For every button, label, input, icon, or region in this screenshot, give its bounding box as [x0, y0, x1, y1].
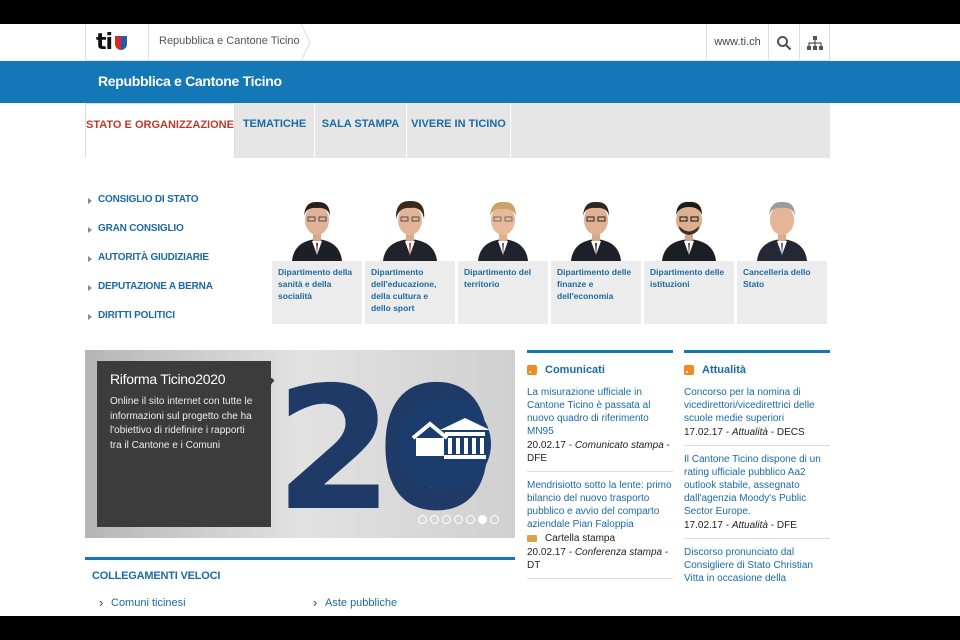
comunicati-column: Comunicati La misurazione ufficiale in C… — [527, 350, 673, 579]
news-type: Comunicato stampa — [574, 440, 664, 451]
news-link[interactable]: Discorso pronunciato dal Consigliere di … — [684, 546, 830, 585]
quick-links: COLLEGAMENTI VELOCI Comuni ticinesi Aste… — [85, 557, 515, 616]
news-type: Attualità — [731, 520, 768, 531]
ticino2020-graphic: ‘ 20 — [261, 351, 504, 538]
page: ti Repubblica e Cantone Ticino www.ti.ch — [0, 24, 960, 616]
attualita-title: Attualità — [702, 363, 746, 376]
news-dept: DT — [527, 560, 541, 571]
hero-slider[interactable]: ‘ 20 Riforma Ticino2020 Online il sito i… — [85, 350, 515, 538]
department-label: Dipartimento dell'educazione, della cult… — [365, 261, 455, 324]
quick-link-aste-pubbliche[interactable]: Aste pubbliche — [313, 595, 397, 610]
tab-tematiche[interactable]: TEMATICHE — [235, 103, 315, 158]
slider-dot[interactable] — [454, 515, 463, 524]
quick-link-comuni-ticinesi[interactable]: Comuni ticinesi — [99, 595, 186, 610]
news-date: 17.02.17 — [684, 520, 723, 531]
nav-item-deputazione-a-berna[interactable]: DEPUTAZIONE A BERNA — [85, 281, 265, 310]
site-link[interactable]: www.ti.ch — [706, 24, 768, 61]
department-label: Dipartimento delle finanze e dell'econom… — [551, 261, 641, 324]
news-meta: 20.02.17 - Conferenza stampa - DT — [527, 547, 669, 571]
hero-text: Online il sito internet con tutte le inf… — [110, 396, 253, 451]
news-date: 20.02.17 — [527, 440, 566, 451]
news-item: La misurazione ufficiale in Cantone Tici… — [527, 379, 673, 472]
breadcrumb-chevron-icon — [300, 24, 311, 61]
department-head-photo — [571, 201, 621, 261]
news-dept: DFE — [527, 453, 547, 464]
departments-grid: Dipartimento della sanità e della social… — [272, 189, 830, 324]
news-dept: DFE — [776, 520, 797, 531]
breadcrumb[interactable]: Repubblica e Cantone Ticino — [159, 35, 300, 47]
department-head-photo — [757, 201, 807, 261]
department-label: Dipartimento della sanità e della social… — [272, 261, 362, 324]
news-dept: DECS — [776, 427, 805, 438]
attualita-header[interactable]: Attualità — [684, 353, 830, 379]
slider-dot[interactable] — [466, 515, 475, 524]
site-title[interactable]: Repubblica e Cantone Ticino — [98, 73, 282, 89]
department-card[interactable]: Dipartimento delle istituzioni — [644, 189, 734, 324]
news-item: Il Cantone Ticino dispone di un rating u… — [684, 446, 830, 539]
department-label: Cancelleria dello Stato — [737, 261, 827, 324]
department-head-photo — [383, 200, 437, 261]
news-type: Conferenza stampa — [574, 547, 663, 558]
rss-icon[interactable] — [684, 364, 694, 375]
canton-shield-icon — [115, 35, 128, 50]
quick-links-title: COLLEGAMENTI VELOCI — [92, 570, 221, 582]
news-meta: 17.02.17 - Attualità - DFE — [684, 520, 797, 531]
news-link[interactable]: Mendrisiotto sotto la lente: primo bilan… — [527, 479, 673, 531]
press-folder-label: Cartella stampa — [545, 533, 616, 544]
slider-dot[interactable] — [430, 515, 439, 524]
nav-item-autorita-giudiziarie[interactable]: AUTORITÀ GIUDIZIARIE — [85, 252, 265, 281]
department-label: Dipartimento del territorio — [458, 261, 548, 324]
sitemap-icon — [807, 35, 823, 50]
nav-item-consiglio-di-stato[interactable]: CONSIGLIO DI STATO — [85, 194, 265, 223]
comunicati-title: Comunicati — [545, 363, 605, 376]
main-tabs: STATO E ORGANIZZAZIONE TEMATICHE SALA ST… — [85, 103, 830, 158]
news-link[interactable]: Il Cantone Ticino dispone di un rating u… — [684, 453, 830, 518]
rss-icon[interactable] — [527, 364, 537, 375]
slider-dot-active[interactable] — [478, 515, 487, 524]
search-icon — [777, 35, 792, 50]
slider-dot[interactable] — [442, 515, 451, 524]
divider — [148, 24, 149, 61]
department-card[interactable]: Dipartimento delle finanze e dell'econom… — [551, 189, 641, 324]
news-date: 20.02.17 — [527, 547, 566, 558]
tab-vivere-in-ticino[interactable]: VIVERE IN TICINO — [407, 103, 511, 158]
news-date: 17.02.17 — [684, 427, 723, 438]
news-link[interactable]: Concorso per la nomina di vicedirettori/… — [684, 386, 830, 425]
news-item: Concorso per la nomina di vicedirettori/… — [684, 379, 830, 446]
ti-logo[interactable]: ti — [96, 30, 128, 55]
news-meta: 20.02.17 - Comunicato stampa - DFE — [527, 440, 670, 464]
news-link[interactable]: La misurazione ufficiale in Cantone Tici… — [527, 386, 673, 438]
department-head-photo — [662, 201, 716, 261]
tab-stato-e-organizzazione[interactable]: STATO E ORGANIZZAZIONE — [85, 103, 235, 158]
hero-caption: Riforma Ticino2020 Online il sito intern… — [97, 361, 271, 527]
department-label: Dipartimento delle istituzioni — [644, 261, 734, 324]
news-meta: 17.02.17 - Attualità - DECS — [684, 427, 805, 438]
department-head-photo — [478, 201, 528, 261]
department-card[interactable]: Cancelleria dello Stato — [737, 189, 827, 324]
folder-icon — [527, 535, 537, 542]
attualita-column: Attualità Concorso per la nomina di vice… — [684, 350, 830, 591]
press-folder-link[interactable]: Cartella stampa — [527, 532, 673, 545]
department-card[interactable]: Dipartimento della sanità e della social… — [272, 189, 362, 324]
department-head-photo — [292, 201, 342, 261]
search-button[interactable] — [768, 24, 799, 61]
department-card[interactable]: Dipartimento dell'educazione, della cult… — [365, 189, 455, 324]
logo-text: ti — [96, 30, 113, 55]
hero-title[interactable]: Riforma Ticino2020 — [110, 371, 258, 387]
slider-dot[interactable] — [418, 515, 427, 524]
left-nav: CONSIGLIO DI STATO GRAN CONSIGLIO AUTORI… — [85, 194, 265, 339]
tab-sala-stampa[interactable]: SALA STAMPA — [315, 103, 407, 158]
nav-item-gran-consiglio[interactable]: GRAN CONSIGLIO — [85, 223, 265, 252]
nav-item-diritti-politici[interactable]: DIRITTI POLITICI — [85, 310, 265, 339]
header-band: Repubblica e Cantone Ticino — [0, 61, 960, 103]
news-item: Mendrisiotto sotto la lente: primo bilan… — [527, 472, 673, 579]
sitemap-button[interactable] — [799, 24, 830, 61]
department-card[interactable]: Dipartimento del territorio — [458, 189, 548, 324]
slider-dots — [418, 515, 499, 524]
slider-dot[interactable] — [490, 515, 499, 524]
news-type: Attualità — [731, 427, 768, 438]
comunicati-header[interactable]: Comunicati — [527, 353, 673, 379]
news-item: Discorso pronunciato dal Consigliere di … — [684, 539, 830, 591]
top-bar: ti Repubblica e Cantone Ticino www.ti.ch — [85, 24, 830, 61]
